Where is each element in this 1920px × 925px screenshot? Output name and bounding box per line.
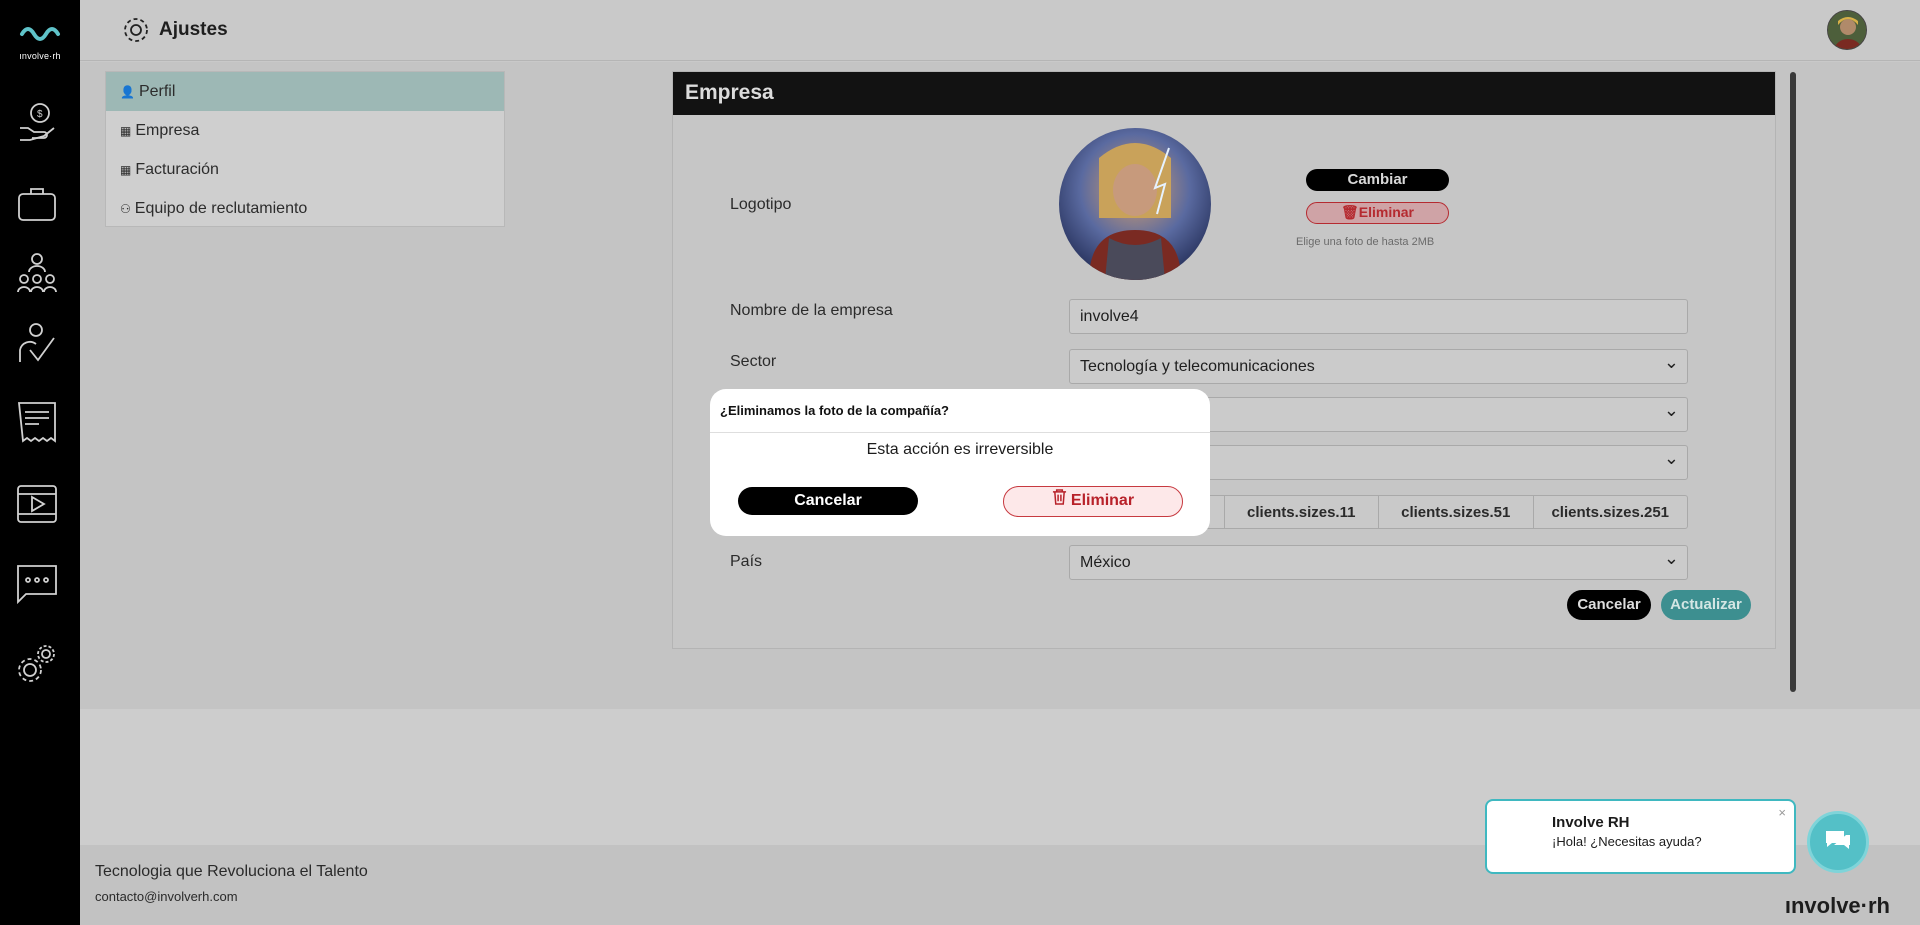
user-avatar[interactable] (1827, 10, 1867, 50)
svg-text:$: $ (37, 109, 43, 120)
logo-label: Logotipo (730, 196, 792, 213)
trash-icon: 🗑 (1340, 204, 1359, 220)
menu-item-label: Equipo de reclutamiento (134, 199, 308, 217)
menu-item-label: Perfil (138, 82, 176, 100)
video-icon[interactable] (16, 482, 58, 526)
company-name-input[interactable]: involve4 (1069, 299, 1688, 334)
country-value: México (1080, 554, 1131, 571)
footer-tagline: Tecnologia que Revoluciona el Talento (95, 863, 368, 880)
dialog-divider (710, 432, 1210, 433)
chat-message: ¡Hola! ¿Necesitas ayuda? (1552, 834, 1702, 849)
scrollbar[interactable] (1790, 72, 1796, 692)
company-panel: Empresa Logotipo Cambiar 🗑Eliminar Elige… (672, 71, 1776, 649)
building-icon: ▦ (120, 123, 132, 138)
chat-greeting-popup[interactable]: Involve RH ¡Hola! ¿Necesitas ayuda? × (1485, 799, 1796, 874)
update-button[interactable]: Actualizar (1661, 590, 1751, 620)
company-name-label: Nombre de la empresa (730, 302, 893, 319)
sector-select[interactable]: Tecnología y telecomunicaciones (1069, 349, 1688, 384)
size-option-51[interactable]: clients.sizes.51 (1378, 496, 1533, 528)
top-header: Ajustes (80, 0, 1920, 61)
logo-text: ınvolve·rh (19, 51, 61, 61)
sector-value: Tecnología y telecomunicaciones (1080, 358, 1315, 375)
dialog-delete-button[interactable]: Eliminar (1003, 486, 1183, 517)
settings-menu: 👤 Perfil ▦ Empresa ▦ Facturación ⚇ Equip… (105, 71, 505, 227)
building-icon: ▦ (120, 162, 132, 177)
change-logo-button[interactable]: Cambiar (1306, 169, 1449, 191)
delete-photo-dialog: ¿Eliminamos la foto de la compañía? Esta… (710, 389, 1210, 536)
menu-item-label: Facturación (135, 160, 219, 178)
company-logo-image (1059, 128, 1211, 280)
photo-size-hint: Elige una foto de hasta 2MB (1296, 236, 1435, 248)
settings-menu-item-facturacion[interactable]: ▦ Facturación (106, 150, 504, 189)
country-label: País (730, 553, 763, 570)
settings-icon[interactable] (16, 640, 58, 684)
briefcase-icon[interactable] (16, 182, 58, 226)
sector-label: Sector (730, 353, 777, 370)
trash-icon (1052, 487, 1067, 515)
dialog-message: Esta acción es irreversible (866, 441, 1054, 458)
footer-email-link[interactable]: contacto@involverh.com (95, 889, 238, 904)
chat-bubble-icon (1826, 831, 1850, 849)
size-option-251[interactable]: clients.sizes.251 (1532, 496, 1688, 528)
dialog-cancel-button[interactable]: Cancelar (738, 487, 918, 515)
settings-gear-icon (122, 16, 150, 44)
page-title: Ajustes (159, 19, 228, 40)
chat-icon[interactable] (16, 562, 58, 606)
delete-logo-label: Eliminar (1358, 204, 1415, 220)
invoice-icon[interactable] (16, 400, 58, 444)
dialog-title: ¿Eliminamos la foto de la compañía? (720, 403, 949, 418)
settings-menu-item-equipo[interactable]: ⚇ Equipo de reclutamiento (106, 189, 504, 228)
dialog-delete-label: Eliminar (1070, 492, 1135, 510)
delete-logo-button[interactable]: 🗑Eliminar (1306, 202, 1449, 224)
settings-menu-item-empresa[interactable]: ▦ Empresa (106, 111, 504, 150)
team-icon: ⚇ (120, 201, 131, 216)
app-logo[interactable]: ınvolve·rh (14, 22, 66, 61)
size-option-11[interactable]: clients.sizes.11 (1223, 496, 1379, 528)
footer-brand-logo: ınvolve·rh (1784, 893, 1890, 918)
settings-menu-item-perfil[interactable]: 👤 Perfil (106, 72, 504, 111)
chat-launcher-button[interactable] (1807, 811, 1869, 873)
chat-agent-name: Involve RH (1552, 814, 1630, 831)
close-icon[interactable]: × (1778, 805, 1786, 820)
team-icon[interactable] (16, 252, 58, 296)
cancel-button[interactable]: Cancelar (1567, 590, 1651, 620)
panel-title: Empresa (673, 72, 1775, 115)
left-navigation-rail: ınvolve·rh $ (0, 0, 80, 925)
logo-mark-icon (20, 27, 60, 41)
payments-icon[interactable]: $ (16, 100, 58, 144)
menu-item-label: Empresa (135, 121, 200, 139)
country-select[interactable]: México (1069, 545, 1688, 580)
user-icon: 👤 (120, 84, 135, 99)
approvals-icon[interactable] (16, 322, 58, 366)
